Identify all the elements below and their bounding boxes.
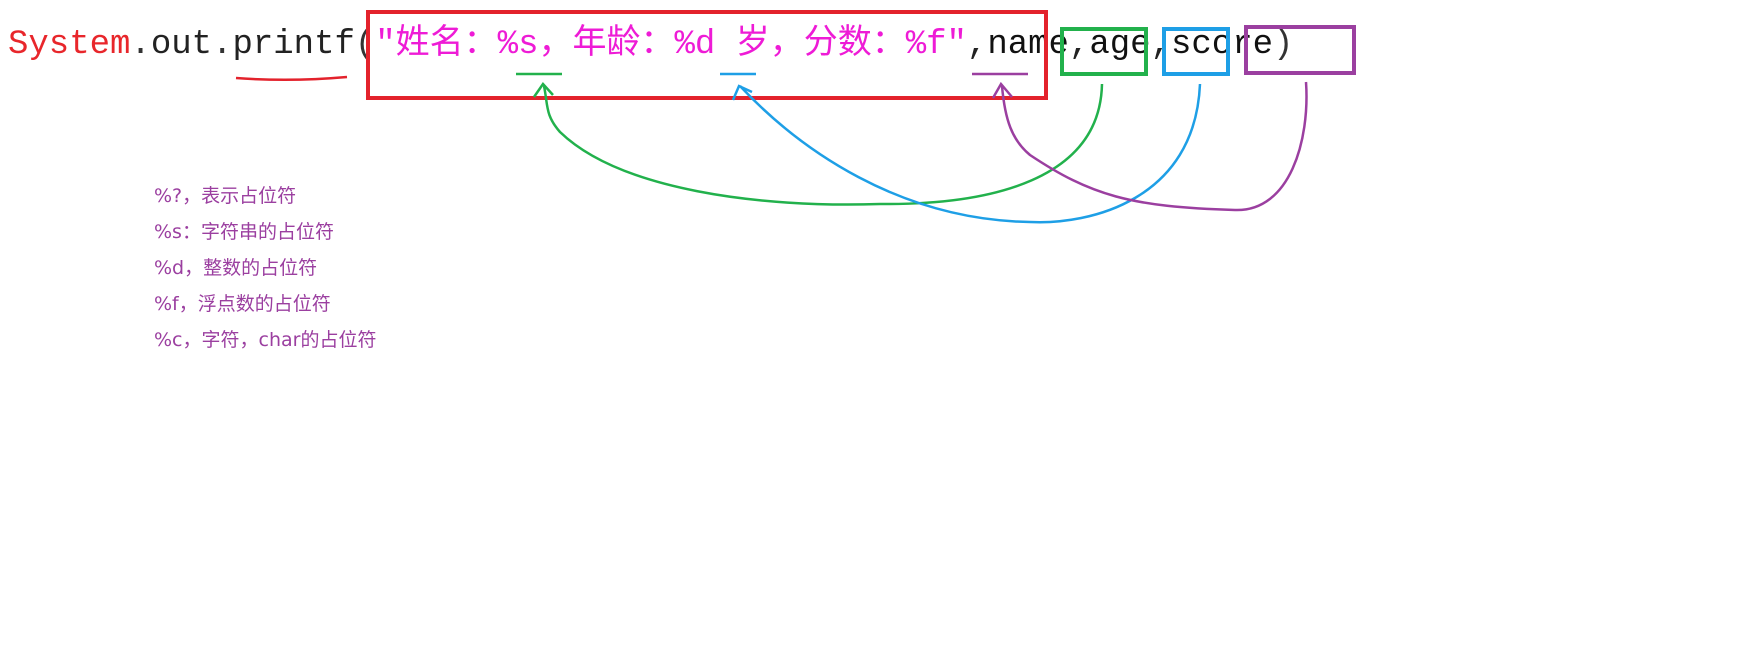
score-to-percent-f-arrow [1000, 81, 1308, 212]
score-arg-box [1244, 25, 1356, 75]
name-arg-box [1060, 27, 1148, 76]
placeholder-notes: %?，表示占位符 %s：字符串的占位符 %d，整数的占位符 %f，浮点数的占位符… [154, 178, 376, 358]
format-string-box [366, 10, 1048, 100]
age-arg-box [1162, 27, 1230, 76]
printf-diagram: System. out. printf("姓名：%s，年龄：%d 岁，分数：%f",… [0, 0, 1758, 669]
note-line: %f，浮点数的占位符 [154, 293, 331, 315]
name-arrowhead [532, 81, 554, 98]
age-to-percent-d-arrow [739, 83, 1202, 224]
note-line: %?，表示占位符 [154, 185, 297, 207]
note-line: %s：字符串的占位符 [154, 221, 334, 243]
note-line: %d，整数的占位符 [154, 257, 318, 279]
printf-underline [235, 75, 348, 82]
note-line: %c，字符，char的占位符 [154, 329, 377, 351]
